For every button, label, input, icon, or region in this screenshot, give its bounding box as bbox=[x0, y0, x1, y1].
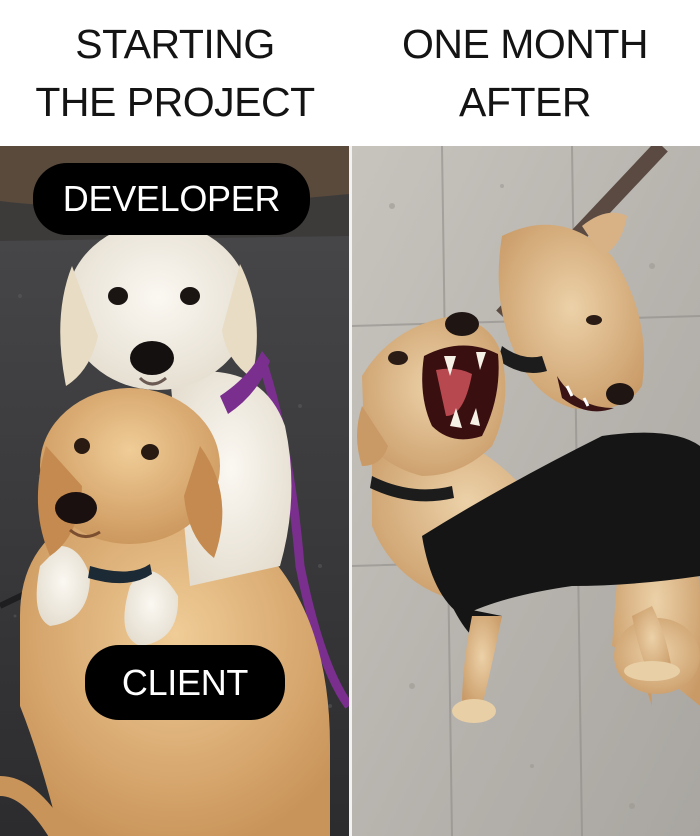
right-panel-photo bbox=[352, 146, 700, 836]
left-caption-line2: THE PROJECT bbox=[35, 79, 315, 125]
left-panel-photo: DEVELOPER CLIENT bbox=[0, 146, 349, 836]
right-caption-line2: AFTER bbox=[459, 79, 591, 125]
right-caption: ONE MONTH AFTER bbox=[350, 0, 700, 146]
meme: STARTING THE PROJECT ONE MONTH AFTER DEV… bbox=[0, 0, 700, 836]
hugging-puppies-illustration bbox=[0, 146, 349, 836]
right-caption-line1: ONE MONTH bbox=[401, 21, 649, 67]
developer-label: DEVELOPER bbox=[33, 163, 310, 235]
left-caption-line1: STARTING bbox=[75, 21, 275, 67]
client-label: CLIENT bbox=[85, 645, 285, 720]
fighting-dogs-illustration bbox=[352, 146, 700, 836]
left-caption: STARTING THE PROJECT bbox=[0, 0, 350, 146]
